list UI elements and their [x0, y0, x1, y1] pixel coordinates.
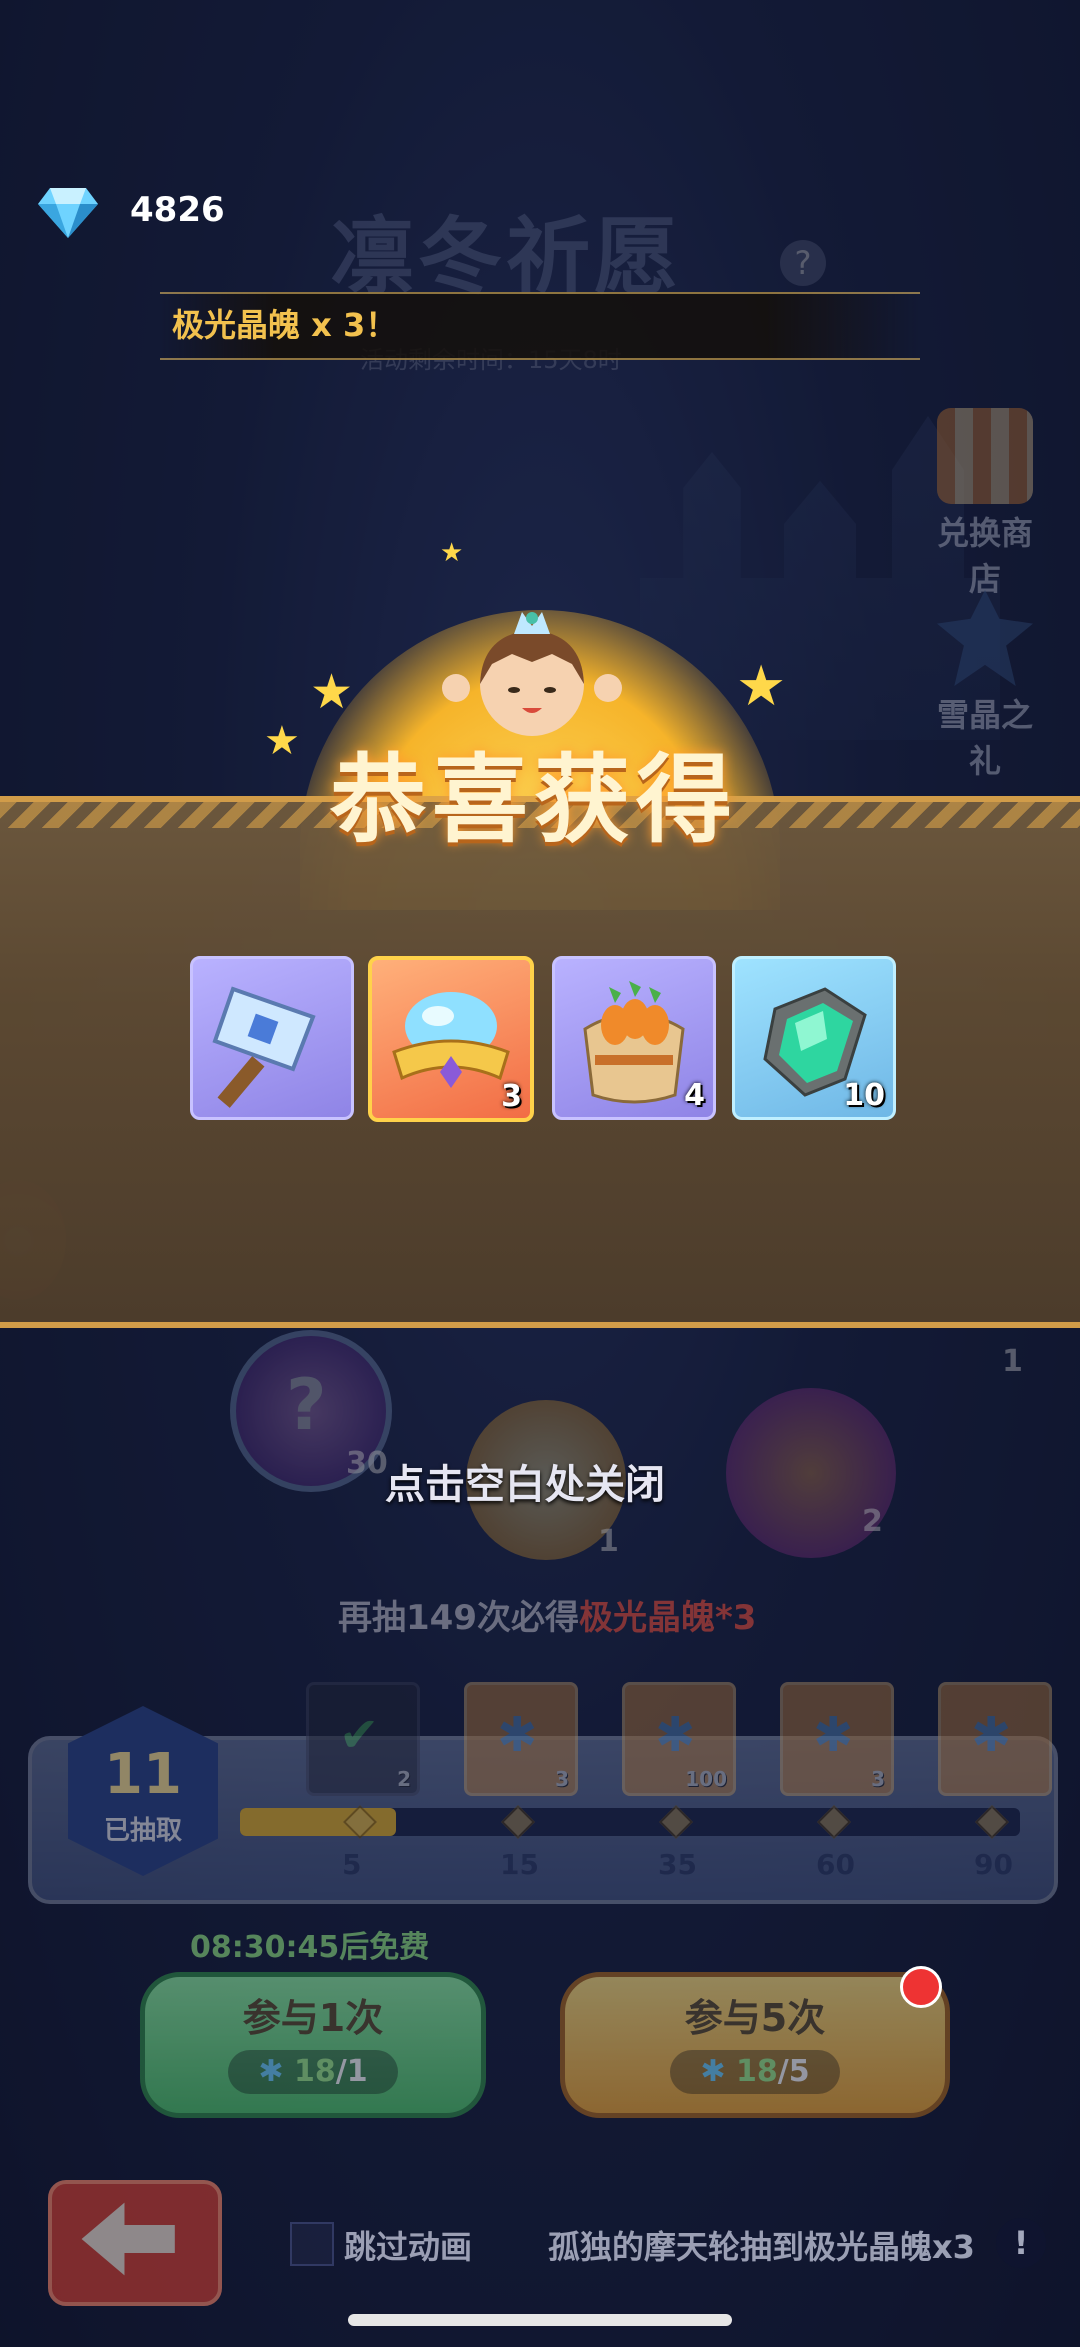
reward-panel	[0, 796, 1080, 1328]
draw-five-cost: ✱ 18/5	[670, 2050, 840, 2094]
info-icon[interactable]: !	[996, 2218, 1046, 2268]
draw-five-label: 参与5次	[684, 1996, 826, 2040]
draw-once-button[interactable]: 参与1次 ✱ 18/1	[140, 1972, 486, 2118]
hammer-icon	[212, 986, 316, 1108]
notification-dot	[900, 1966, 942, 2008]
home-indicator[interactable]	[348, 2314, 732, 2326]
close-hint: 点击空白处关闭	[385, 1462, 665, 1508]
reward-item-crown[interactable]: 3	[368, 956, 534, 1122]
snowflake-icon: ✱	[258, 2054, 284, 2089]
star-icon: ★	[310, 664, 354, 720]
skip-animation-checkbox[interactable]	[290, 2222, 334, 2266]
diamond-icon	[38, 188, 98, 238]
free-draw-timer: 08:30:45后免费	[190, 1930, 430, 1965]
draw-once-cost: ✱ 18/1	[228, 2050, 398, 2094]
congrats-title: 恭喜获得	[330, 744, 738, 856]
back-arrow-icon	[81, 2202, 175, 2276]
reward-item-hammer[interactable]	[190, 956, 354, 1120]
reward-item-emerald[interactable]: 10	[732, 956, 896, 1120]
reward-item-carrots[interactable]: 4	[552, 956, 716, 1120]
star-icon: ★	[264, 718, 300, 764]
back-button[interactable]	[48, 2180, 222, 2306]
reward-qty: 10	[843, 1078, 885, 1113]
star-icon: ★	[736, 654, 787, 719]
draw-once-label: 参与1次	[242, 1996, 384, 2040]
reward-qty: 3	[501, 1079, 522, 1114]
reward-qty: 4	[684, 1078, 705, 1113]
draw-five-button[interactable]: 参与5次 ✱ 18/5	[560, 1972, 950, 2118]
gem-count: 4826	[130, 190, 225, 230]
snowflake-icon: ✱	[700, 2054, 726, 2089]
announcement-text: 极光晶魄 x 3！	[172, 306, 398, 344]
skip-animation-label: 跳过动画	[344, 2228, 473, 2266]
broadcast-marquee: 孤独的摩天轮抽到极光晶魄x3	[548, 2228, 975, 2266]
star-icon: ★	[440, 538, 464, 568]
